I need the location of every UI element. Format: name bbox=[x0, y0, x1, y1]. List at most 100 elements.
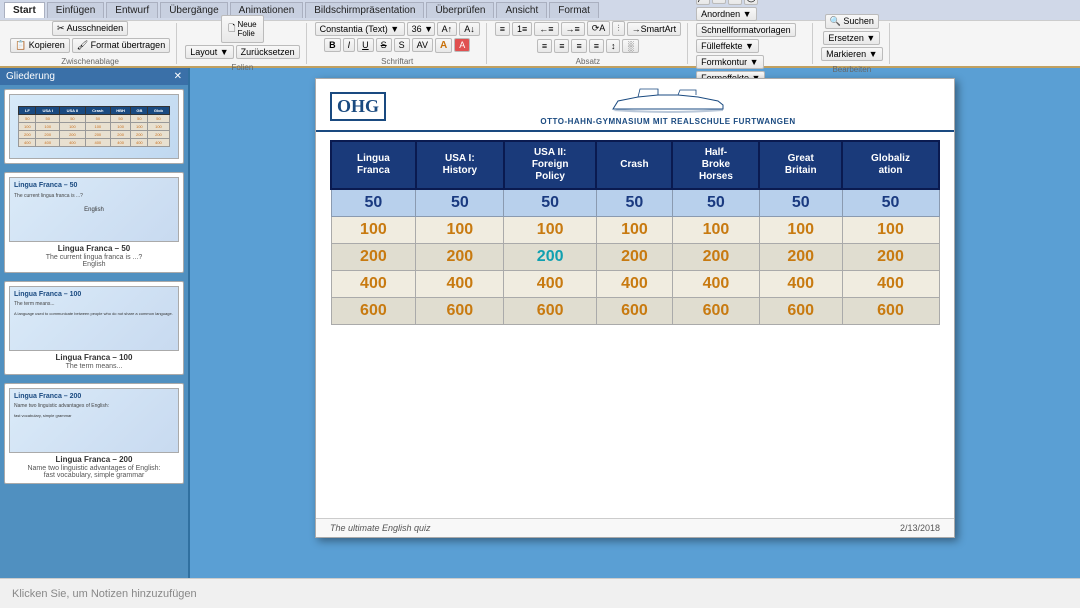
table-row-50: 50 50 50 50 50 50 50 bbox=[331, 189, 939, 217]
sidebar-item-1[interactable]: LFUSA IUSA IICrashHBHGBGlob 505050505050… bbox=[4, 89, 184, 164]
cell-crash-400[interactable]: 400 bbox=[596, 271, 672, 298]
btn-shape-oval[interactable]: ◯ bbox=[744, 0, 758, 5]
btn-font-shrink[interactable]: A↓ bbox=[459, 22, 480, 36]
btn-text-direction[interactable]: ⟳A bbox=[587, 21, 611, 36]
btn-list-numbers[interactable]: 1≡ bbox=[512, 22, 532, 36]
btn-ausschneiden[interactable]: ✂ Ausschneiden bbox=[52, 21, 128, 36]
cell-gb-400[interactable]: 400 bbox=[759, 271, 842, 298]
btn-convert-smartart[interactable]: →SmartArt bbox=[627, 22, 682, 36]
btn-arrange[interactable]: Anordnen ▼ bbox=[696, 7, 756, 21]
btn-font-grow[interactable]: A↑ bbox=[437, 22, 458, 36]
cell-crash-100[interactable]: 100 bbox=[596, 217, 672, 244]
cell-crash-50[interactable]: 50 bbox=[596, 189, 672, 217]
btn-ersetzen[interactable]: Ersetzen ▼ bbox=[823, 31, 880, 45]
cell-lf-600[interactable]: 600 bbox=[331, 298, 416, 325]
group-zeichnung: ╱ → ▭ ◯ Anordnen ▼ Schnellformatvorlagen… bbox=[690, 23, 813, 64]
btn-font-color[interactable]: A bbox=[435, 38, 452, 53]
btn-shape-arrow[interactable]: → bbox=[712, 0, 726, 4]
btn-markieren[interactable]: Markieren ▼ bbox=[821, 47, 882, 61]
btn-outline[interactable]: Formkontur ▼ bbox=[696, 55, 763, 69]
btn-align-columns[interactable]: ⫶ bbox=[612, 21, 624, 36]
btn-italic[interactable]: I bbox=[343, 38, 356, 52]
cell-usa2-200[interactable]: 200 bbox=[504, 244, 597, 271]
tab-entwurf[interactable]: Entwurf bbox=[106, 2, 158, 18]
cell-lf-200[interactable]: 200 bbox=[331, 244, 416, 271]
btn-align-right[interactable]: ≡ bbox=[571, 39, 586, 53]
btn-indent-more[interactable]: →≡ bbox=[561, 22, 585, 36]
cell-gb-100[interactable]: 100 bbox=[759, 217, 842, 244]
btn-text-shading[interactable]: ░ bbox=[622, 39, 638, 53]
btn-spacing[interactable]: AV bbox=[412, 38, 433, 52]
cell-lf-400[interactable]: 400 bbox=[331, 271, 416, 298]
tab-ansicht[interactable]: Ansicht bbox=[496, 2, 547, 18]
tab-einfuegen[interactable]: Einfügen bbox=[47, 2, 104, 18]
btn-kopieren[interactable]: 📋 Kopieren bbox=[10, 38, 70, 53]
cell-glob-200[interactable]: 200 bbox=[842, 244, 939, 271]
btn-neue-folie[interactable]: 🗋NeueFolie bbox=[221, 15, 263, 43]
font-size[interactable]: 36 ▼ bbox=[407, 22, 435, 36]
cell-crash-600[interactable]: 600 bbox=[596, 298, 672, 325]
table-header-row: LinguaFranca USA I:History USA II:Foreig… bbox=[331, 141, 939, 189]
cell-lf-100[interactable]: 100 bbox=[331, 217, 416, 244]
font-selector[interactable]: Constantia (Text) ▼ bbox=[315, 22, 405, 36]
sidebar-item-2[interactable]: Lingua Franca – 50 The current lingua fr… bbox=[4, 172, 184, 273]
sidebar-close-icon[interactable]: ✕ bbox=[174, 71, 182, 82]
ohg-logo: OHG bbox=[330, 92, 386, 121]
btn-fill[interactable]: Fülleffekte ▼ bbox=[696, 39, 759, 53]
cell-usa1-50[interactable]: 50 bbox=[416, 189, 504, 217]
sidebar-tab-gliederung[interactable]: Gliederung bbox=[6, 71, 55, 82]
cell-hbh-100[interactable]: 100 bbox=[672, 217, 759, 244]
btn-list-bullets[interactable]: ≡ bbox=[495, 22, 510, 36]
tab-uebergaenge[interactable]: Übergänge bbox=[160, 2, 227, 18]
btn-line-spacing[interactable]: ↕ bbox=[606, 39, 621, 53]
cell-usa2-400[interactable]: 400 bbox=[504, 271, 597, 298]
btn-zuruecksetzen[interactable]: Zurücksetzen bbox=[236, 45, 300, 59]
cell-usa2-50[interactable]: 50 bbox=[504, 189, 597, 217]
thumb-table-1: LFUSA IUSA IICrashHBHGBGlob 505050505050… bbox=[18, 106, 169, 147]
cell-hbh-400[interactable]: 400 bbox=[672, 271, 759, 298]
btn-shape-rect[interactable]: ▭ bbox=[728, 0, 742, 5]
cell-usa1-200[interactable]: 200 bbox=[416, 244, 504, 271]
btn-layout[interactable]: Layout ▼ bbox=[185, 45, 233, 59]
btn-shadow[interactable]: S bbox=[394, 38, 410, 52]
btn-strikethrough[interactable]: S bbox=[376, 38, 392, 52]
cell-usa1-600[interactable]: 600 bbox=[416, 298, 504, 325]
btn-align-center[interactable]: ≡ bbox=[554, 39, 569, 53]
cell-gb-50[interactable]: 50 bbox=[759, 189, 842, 217]
sidebar-item-4[interactable]: Lingua Franca – 200 Name two linguistic … bbox=[4, 383, 184, 484]
cell-usa2-600[interactable]: 600 bbox=[504, 298, 597, 325]
tab-format[interactable]: Format bbox=[549, 2, 599, 18]
btn-suchen[interactable]: 🔍 Suchen bbox=[825, 14, 879, 29]
cell-glob-100[interactable]: 100 bbox=[842, 217, 939, 244]
cell-gb-600[interactable]: 600 bbox=[759, 298, 842, 325]
btn-align-left[interactable]: ≡ bbox=[537, 39, 552, 53]
cell-crash-200[interactable]: 200 bbox=[596, 244, 672, 271]
jeopardy-table[interactable]: LinguaFranca USA I:History USA II:Foreig… bbox=[330, 140, 940, 325]
tab-praesentation[interactable]: Bildschirmpräsentation bbox=[305, 2, 424, 18]
cell-lf-50[interactable]: 50 bbox=[331, 189, 416, 217]
table-row-400: 400 400 400 400 400 400 400 bbox=[331, 271, 939, 298]
btn-quick-styles[interactable]: Schnellformatvorlagen bbox=[696, 23, 796, 37]
cell-hbh-50[interactable]: 50 bbox=[672, 189, 759, 217]
sidebar-item-3[interactable]: Lingua Franca – 100 The term means... A … bbox=[4, 281, 184, 375]
cell-glob-400[interactable]: 400 bbox=[842, 271, 939, 298]
btn-justify[interactable]: ≡ bbox=[589, 39, 604, 53]
btn-bold[interactable]: B bbox=[324, 38, 341, 52]
cell-glob-600[interactable]: 600 bbox=[842, 298, 939, 325]
cell-gb-200[interactable]: 200 bbox=[759, 244, 842, 271]
slide-footer: The ultimate English quiz 2/13/2018 bbox=[316, 518, 954, 537]
btn-indent-less[interactable]: ←≡ bbox=[534, 22, 558, 36]
cell-hbh-600[interactable]: 600 bbox=[672, 298, 759, 325]
cell-usa1-100[interactable]: 100 bbox=[416, 217, 504, 244]
cell-usa1-400[interactable]: 400 bbox=[416, 271, 504, 298]
tab-start[interactable]: Start bbox=[4, 2, 45, 18]
btn-underline[interactable]: U bbox=[357, 38, 374, 52]
cell-usa2-100[interactable]: 100 bbox=[504, 217, 597, 244]
btn-format-uebertragen[interactable]: 🖌 Format übertragen bbox=[72, 38, 170, 53]
btn-font-highlight[interactable]: A bbox=[454, 38, 470, 52]
btn-shape-line[interactable]: ╱ bbox=[696, 0, 710, 5]
notes-bar[interactable]: Klicken Sie, um Notizen hinzuzufügen bbox=[0, 578, 1080, 608]
cell-glob-50[interactable]: 50 bbox=[842, 189, 939, 217]
cell-hbh-200[interactable]: 200 bbox=[672, 244, 759, 271]
tab-ueberpruefen[interactable]: Überprüfen bbox=[426, 2, 494, 18]
